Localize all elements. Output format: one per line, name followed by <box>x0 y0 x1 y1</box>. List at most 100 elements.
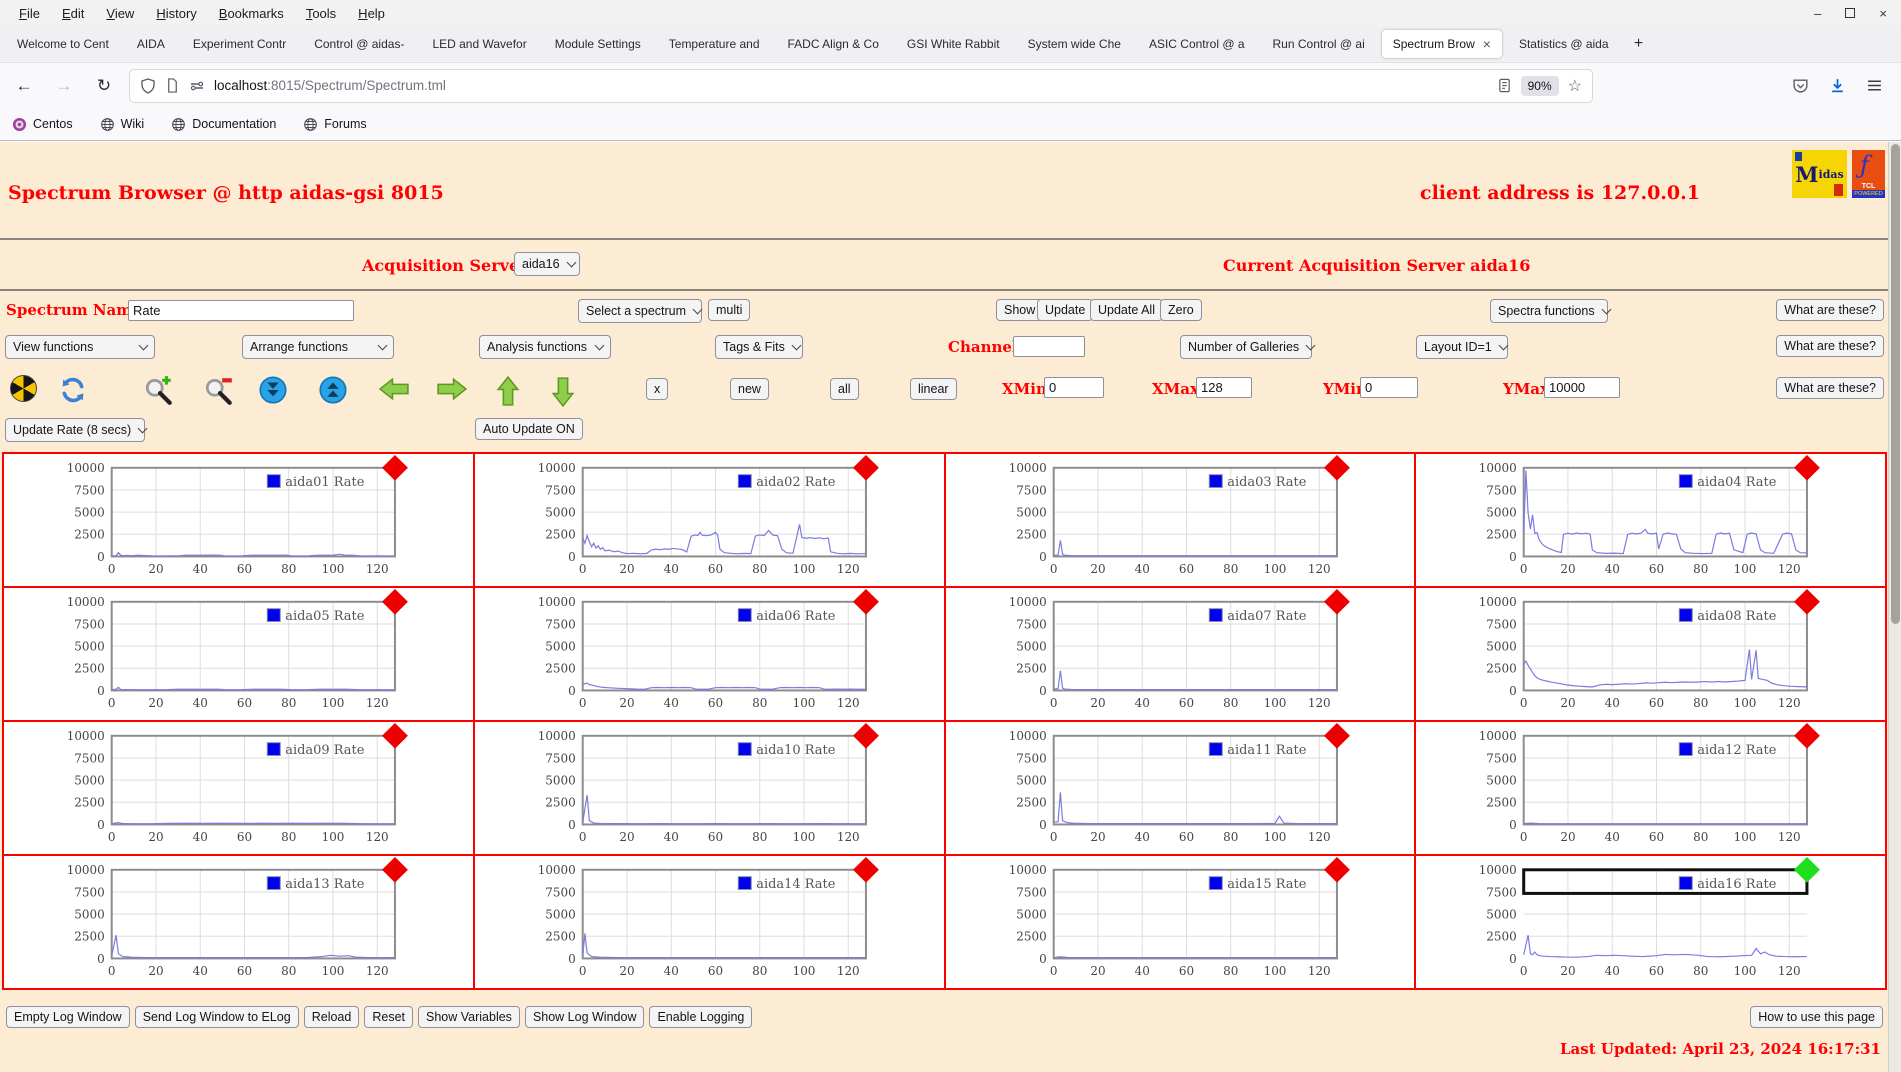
tab-led-and-wavefor[interactable]: LED and Wavefor <box>421 30 537 58</box>
status-diamond-icon[interactable] <box>1794 588 1821 615</box>
status-diamond-icon[interactable] <box>1323 588 1350 615</box>
x-axis-button[interactable]: x <box>646 378 669 401</box>
chart-panel-aida13-rate[interactable]: 0 20 40 60 80 100 120 0 2500 5000 7500 10000 aida13 … <box>3 855 474 989</box>
menu-tools[interactable]: Tools <box>297 3 345 24</box>
bookmark-wiki[interactable]: Wiki <box>100 117 144 132</box>
show-log-window-button[interactable]: Show Log Window <box>524 1006 645 1029</box>
status-diamond-icon[interactable] <box>1323 722 1350 749</box>
status-diamond-icon[interactable] <box>381 454 408 481</box>
how-to-use-button[interactable]: How to use this page <box>1750 1006 1883 1029</box>
ymax-input[interactable] <box>1544 377 1620 398</box>
spectrum-name-input[interactable] <box>128 300 354 321</box>
zoom-out-icon[interactable] <box>203 375 235 407</box>
tab-module-settings[interactable]: Module Settings <box>544 30 652 58</box>
downloads-icon[interactable] <box>1829 77 1846 94</box>
update-button[interactable]: Update <box>1037 299 1094 322</box>
analysis-functions-dropdown[interactable]: Analysis functions <box>479 335 611 359</box>
chart-panel-aida16-rate[interactable]: 0 20 40 60 80 100 120 0 2500 5000 7500 10000 aida16 … <box>1415 855 1886 989</box>
zero-button[interactable]: Zero <box>1160 299 1202 322</box>
chart-panel-aida15-rate[interactable]: 0 20 40 60 80 100 120 0 2500 5000 7500 10000 aida15 … <box>944 855 1416 989</box>
chart-panel-aida12-rate[interactable]: 0 20 40 60 80 100 120 0 2500 5000 7500 10000 aida12 … <box>1415 721 1886 855</box>
menu-history[interactable]: History <box>147 3 205 24</box>
reload-button[interactable]: Reload <box>303 1006 360 1029</box>
scroll-down-icon[interactable] <box>258 375 288 405</box>
show-variables-button[interactable]: Show Variables <box>418 1006 520 1029</box>
status-diamond-icon[interactable] <box>852 722 879 749</box>
page-scrollbar[interactable] <box>1888 142 1901 1072</box>
chart-panel-aida03-rate[interactable]: 0 20 40 60 80 100 120 0 2500 5000 7500 10000 aida03 … <box>944 453 1416 587</box>
spectra-functions-dropdown[interactable]: Spectra functions <box>1490 299 1612 323</box>
auto-update-button[interactable]: Auto Update ON <box>475 418 583 441</box>
radiation-icon[interactable] <box>10 375 37 402</box>
menu-help[interactable]: Help <box>349 3 394 24</box>
update-rate-dropdown[interactable]: Update Rate (8 secs) <box>5 418 148 442</box>
back-button[interactable]: ← <box>10 76 38 96</box>
tab-experiment-contr[interactable]: Experiment Contr <box>182 30 297 58</box>
bookmark-forums[interactable]: Forums <box>303 117 367 132</box>
xmax-input[interactable] <box>1196 377 1252 398</box>
bookmark-star-icon[interactable]: ☆ <box>1568 76 1582 96</box>
bookmark-centos[interactable]: Centos <box>12 117 73 132</box>
ymin-input[interactable] <box>1360 377 1418 398</box>
enable-logging-button[interactable]: Enable Logging <box>649 1006 753 1029</box>
minimize-button[interactable]: – <box>1814 7 1821 20</box>
linear-button[interactable]: linear <box>910 378 957 401</box>
status-diamond-icon[interactable] <box>1794 722 1821 749</box>
arrow-right-icon[interactable] <box>435 375 468 403</box>
tab-system-wide-che[interactable]: System wide Che <box>1017 30 1132 58</box>
what-are-these-button[interactable]: What are these? <box>1776 299 1884 322</box>
view-functions-dropdown[interactable]: View functions <box>5 335 155 359</box>
url-bar[interactable]: localhost:8015/Spectrum/Spectrum.tml 90%… <box>130 69 1592 102</box>
acquisition-server-select[interactable]: aida16 <box>514 252 580 276</box>
channel-input[interactable] <box>1013 336 1085 357</box>
scrollbar-thumb[interactable] <box>1891 144 1900 624</box>
chart-panel-aida01-rate[interactable]: 0 20 40 60 80 100 120 0 2500 5000 7500 10000 aida01 … <box>3 453 474 587</box>
url-text[interactable]: localhost:8015/Spectrum/Spectrum.tml <box>214 78 1488 93</box>
tab-gsi-white-rabbit[interactable]: GSI White Rabbit <box>896 30 1011 58</box>
multi-button[interactable]: multi <box>708 299 751 322</box>
menu-file[interactable]: File <box>10 3 49 24</box>
tab-close-icon[interactable]: × <box>1483 36 1491 52</box>
scroll-up-icon[interactable] <box>318 375 348 405</box>
reset-button[interactable]: Reset <box>364 1006 413 1029</box>
status-diamond-icon[interactable] <box>1323 856 1350 883</box>
close-button[interactable]: × <box>1879 7 1887 20</box>
reader-mode-icon[interactable] <box>1497 78 1512 93</box>
forward-button[interactable]: → <box>50 76 78 96</box>
chart-panel-aida07-rate[interactable]: 0 20 40 60 80 100 120 0 2500 5000 7500 10000 aida07 … <box>944 587 1416 721</box>
send-log-window-to-elog-button[interactable]: Send Log Window to ELog <box>134 1006 299 1029</box>
arrow-left-icon[interactable] <box>378 375 411 403</box>
menu-edit[interactable]: Edit <box>53 3 93 24</box>
status-diamond-icon[interactable] <box>1794 856 1821 883</box>
chart-panel-aida05-rate[interactable]: 0 20 40 60 80 100 120 0 2500 5000 7500 10000 aida05 … <box>3 587 474 721</box>
tags-fits-dropdown[interactable]: Tags & Fits <box>715 335 803 359</box>
all-button[interactable]: all <box>830 378 859 401</box>
empty-log-window-button[interactable]: Empty Log Window <box>6 1006 130 1029</box>
tab-asic-control-a[interactable]: ASIC Control @ a <box>1138 30 1256 58</box>
chart-panel-aida08-rate[interactable]: 0 20 40 60 80 100 120 0 2500 5000 7500 10000 aida08 … <box>1415 587 1886 721</box>
chart-panel-aida10-rate[interactable]: 0 20 40 60 80 100 120 0 2500 5000 7500 10000 aida10 … <box>473 721 945 855</box>
bookmark-documentation[interactable]: Documentation <box>171 117 276 132</box>
select-spectrum-dropdown[interactable]: Select a spectrum <box>578 299 703 323</box>
menu-bookmarks[interactable]: Bookmarks <box>210 3 293 24</box>
status-diamond-icon[interactable] <box>381 722 408 749</box>
status-diamond-icon[interactable] <box>381 588 408 615</box>
new-tab-button[interactable]: + <box>1626 31 1652 57</box>
chart-panel-aida04-rate[interactable]: 0 20 40 60 80 100 120 0 2500 5000 7500 10000 aida04 … <box>1415 453 1886 587</box>
refresh-icon[interactable] <box>57 375 89 405</box>
chart-panel-aida09-rate[interactable]: 0 20 40 60 80 100 120 0 2500 5000 7500 10000 aida09 … <box>3 721 474 855</box>
shield-icon[interactable] <box>140 77 156 94</box>
page-info-icon[interactable] <box>165 78 180 93</box>
status-diamond-icon[interactable] <box>852 588 879 615</box>
new-button[interactable]: new <box>730 378 769 401</box>
tab-statistics-aida[interactable]: Statistics @ aida <box>1508 30 1620 58</box>
status-diamond-icon[interactable] <box>381 856 408 883</box>
status-diamond-icon[interactable] <box>1794 454 1821 481</box>
chart-panel-aida11-rate[interactable]: 0 20 40 60 80 100 120 0 2500 5000 7500 10000 aida11 … <box>944 721 1416 855</box>
tab-fadc-align-co[interactable]: FADC Align & Co <box>777 30 890 58</box>
tab-control-aidas[interactable]: Control @ aidas- <box>303 30 415 58</box>
status-diamond-icon[interactable] <box>852 856 879 883</box>
tab-aida[interactable]: AIDA <box>126 30 176 58</box>
zoom-in-icon[interactable] <box>143 375 175 407</box>
xmin-input[interactable] <box>1044 377 1104 398</box>
